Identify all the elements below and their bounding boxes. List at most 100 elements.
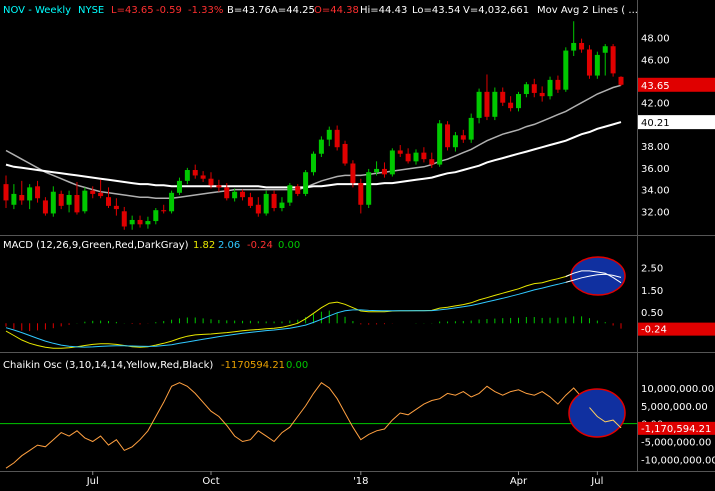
candle-body <box>27 187 33 201</box>
header-ask: A=44.25 <box>271 5 315 16</box>
header-symbol: NOV - Weekly <box>3 5 71 16</box>
candle-body <box>121 211 127 227</box>
candle-body <box>287 185 293 203</box>
candle-body <box>571 42 577 51</box>
candle-body <box>594 54 600 76</box>
chaikin-panel <box>0 382 637 469</box>
candle-body <box>374 168 380 173</box>
x-tick-label: '18 <box>353 476 368 487</box>
candle-body <box>208 178 214 186</box>
price-tick-label: 42.00 <box>641 99 670 110</box>
candle-body <box>106 197 111 206</box>
candle-body <box>389 150 395 175</box>
candle-body <box>452 135 458 148</box>
header-study: Mov Avg 2 Lines ( ... <box>537 5 638 16</box>
candle-body <box>547 79 553 97</box>
header-high: Hi=44.43 <box>360 5 407 16</box>
candle-body <box>437 123 443 165</box>
candle-body <box>216 185 222 188</box>
candle-body <box>82 190 88 212</box>
chaikin-tag: -1,170,594.21 <box>641 424 711 435</box>
candle-body <box>184 170 190 181</box>
candle-body <box>192 170 198 176</box>
candle-body <box>176 180 182 193</box>
candle-body <box>3 184 9 201</box>
candle-body <box>35 186 41 199</box>
candle-body <box>169 192 175 212</box>
candle-body <box>113 205 119 210</box>
candle-body <box>492 91 498 117</box>
candle-body <box>523 84 529 95</box>
candle-body <box>397 150 403 154</box>
candle-body <box>271 193 277 209</box>
candle-body <box>429 159 435 165</box>
macd-line <box>5 270 622 349</box>
price-tick-label: 34.00 <box>641 186 670 197</box>
candle-body <box>358 183 364 205</box>
candle-body <box>500 91 506 103</box>
candle-body <box>11 193 17 205</box>
chaikin-label: Chaikin Osc (3,10,14,14,Yellow,Red,Black… <box>3 360 213 371</box>
macd-tag: -0.24 <box>641 325 667 336</box>
x-tick-label: Jul <box>590 476 603 487</box>
candle-body <box>413 152 419 162</box>
price-tick-label: 38.00 <box>641 142 670 153</box>
macd-zero-value: 0.00 <box>278 240 300 251</box>
header-exchange: NYSE <box>78 5 104 16</box>
macd-signal-value: 2.06 <box>218 240 240 251</box>
candle-body <box>145 221 151 225</box>
chaikin-tick-label: 10,000,000.00 <box>641 384 714 395</box>
candle-body <box>476 91 482 118</box>
candle-body <box>381 168 387 175</box>
candle-body <box>610 46 616 74</box>
candle-body <box>279 202 285 209</box>
candle-body <box>263 193 269 214</box>
macd-tick-label: 2.50 <box>641 264 663 275</box>
macd-tick-label: 0.50 <box>641 308 663 319</box>
macd-tick-label: 1.50 <box>641 286 663 297</box>
candle-body <box>484 91 490 117</box>
price-tick-label: 46.00 <box>641 55 670 66</box>
candle-body <box>161 210 167 212</box>
candle-body <box>516 94 521 109</box>
macd-hist-value: -0.24 <box>247 240 273 251</box>
candle-body <box>342 143 348 164</box>
candle-body <box>334 129 340 148</box>
price-tick-label: 36.00 <box>641 164 670 175</box>
candle-body <box>311 153 316 173</box>
header-last: L=43.65 <box>111 5 154 16</box>
macd-value: 1.82 <box>193 240 215 251</box>
price-panel <box>3 21 624 230</box>
candle-body <box>66 194 72 205</box>
header-open: O=44.38 <box>314 5 359 16</box>
chaikin-tick-label: -10,000,000.00 <box>641 455 715 466</box>
x-tick-label: Oct <box>202 476 219 487</box>
candle-body <box>98 192 104 197</box>
candle-body <box>555 79 561 90</box>
candle-body <box>602 46 608 53</box>
candle-body <box>460 135 466 140</box>
candle-body <box>579 42 585 50</box>
chaikin-value: -1170594.21 <box>221 360 285 371</box>
macd-header: MACD (12,26,9,Green,Red,DarkGray) 1.82 2… <box>3 240 300 251</box>
candle-body <box>74 194 80 213</box>
candle-body <box>539 92 545 97</box>
candle-body <box>618 76 624 85</box>
candle-body <box>200 175 206 179</box>
macd-panel <box>5 256 626 349</box>
chaikin-line <box>5 382 622 469</box>
candle-body <box>405 153 411 162</box>
candle-body <box>19 194 25 201</box>
candle-body <box>366 172 372 205</box>
chaikin-highlight-ellipse <box>568 388 626 438</box>
candle-body <box>137 219 143 225</box>
price-tick-label: 32.00 <box>641 207 670 218</box>
candle-body <box>295 186 301 194</box>
candle-body <box>350 163 356 184</box>
candle-body <box>303 172 309 194</box>
candle-body <box>255 204 261 214</box>
candle-body <box>58 193 64 206</box>
stock-chart: NOV - Weekly NYSE L=43.65 -0.59 -1.33% B… <box>0 0 715 487</box>
candle-body <box>508 102 514 109</box>
ma-tag: 40.21 <box>641 118 670 129</box>
